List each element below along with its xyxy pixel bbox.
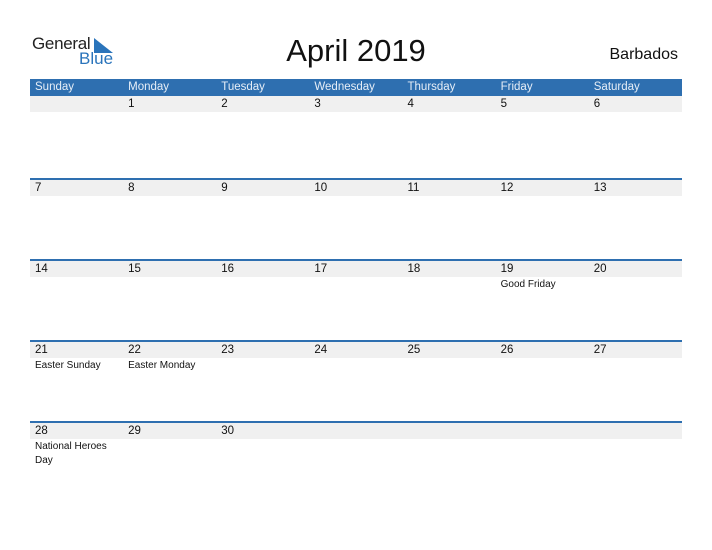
day-number: 14 — [35, 263, 48, 275]
day-number: 26 — [500, 344, 514, 356]
day-number — [589, 423, 682, 439]
week-row: 21 22 23 24 25 26 27 Easter Sunday Easter Monday — [30, 340, 682, 421]
day-number: 10 — [314, 182, 328, 194]
holiday-label — [123, 112, 216, 113]
holiday-label — [403, 358, 496, 373]
holiday-label — [496, 358, 589, 373]
day-number: 28 — [35, 425, 48, 437]
holiday-label — [496, 112, 589, 113]
holiday-label — [589, 277, 682, 292]
holiday-label — [496, 196, 589, 197]
event-row — [30, 196, 682, 197]
week-row: 14 15 16 17 18 19 20 Good Friday — [30, 259, 682, 340]
weekday-wednesday: Wednesday — [314, 81, 375, 93]
holiday-label — [589, 112, 682, 113]
date-row: 1 2 3 4 5 6 — [30, 96, 682, 112]
weekday-sunday: Sunday — [35, 81, 75, 93]
day-number: 19 — [500, 263, 514, 275]
day-number: 23 — [221, 344, 235, 356]
day-number: 22 — [128, 344, 141, 356]
holiday-label — [403, 112, 496, 113]
holiday-label — [589, 439, 682, 468]
day-number — [309, 423, 402, 439]
day-number: 30 — [221, 425, 235, 437]
day-number: 4 — [407, 98, 414, 110]
holiday-label — [309, 196, 402, 197]
holiday-label — [216, 439, 309, 468]
day-number: 2 — [221, 98, 228, 110]
weekday-header: Sunday Monday Tuesday Wednesday Thursday… — [30, 79, 682, 96]
day-number: 15 — [128, 263, 141, 275]
holiday-label — [403, 196, 496, 197]
weekday-friday: Friday — [500, 81, 533, 93]
holiday-label — [30, 196, 123, 197]
date-row: 7 8 9 10 11 12 13 — [30, 180, 682, 196]
event-row: Easter Sunday Easter Monday — [30, 358, 682, 373]
day-number: 21 — [35, 344, 48, 356]
event-row: National Heroes Day — [30, 439, 682, 468]
holiday-label — [30, 277, 123, 292]
day-number — [30, 96, 123, 112]
holiday-label — [123, 196, 216, 197]
day-number: 24 — [314, 344, 328, 356]
holiday-label — [216, 277, 309, 292]
holiday-label — [309, 112, 402, 113]
holiday-label — [496, 439, 589, 468]
day-number: 29 — [128, 425, 141, 437]
date-row: 21 22 23 24 25 26 27 — [30, 342, 682, 358]
day-number: 27 — [593, 344, 607, 356]
weekday-saturday: Saturday — [593, 81, 640, 93]
day-number: 20 — [593, 263, 607, 275]
day-number: 8 — [128, 182, 135, 194]
day-number: 7 — [35, 182, 42, 194]
date-row: 14 15 16 17 18 19 20 — [30, 261, 682, 277]
page-title: April 2019 — [286, 33, 426, 68]
holiday-label: Good Friday — [500, 279, 556, 290]
weekday-monday: Monday — [128, 81, 170, 93]
date-row: 28 29 30 — [30, 423, 682, 439]
calendar-grid: Sunday Monday Tuesday Wednesday Thursday… — [30, 79, 682, 502]
holiday-label: Easter Sunday — [35, 360, 101, 371]
day-number: 12 — [500, 182, 514, 194]
holiday-label: National Heroes Day — [35, 441, 107, 466]
holiday-label — [403, 277, 496, 292]
holiday-label — [216, 112, 309, 113]
week-row: 1 2 3 4 5 6 — [30, 96, 682, 178]
country-label: Barbados — [609, 46, 679, 63]
day-number: 16 — [221, 263, 235, 275]
holiday-label — [30, 112, 123, 113]
holiday-label — [589, 358, 682, 373]
holiday-label — [309, 277, 402, 292]
holiday-label — [309, 439, 402, 468]
week-row: 7 8 9 10 11 12 13 — [30, 178, 682, 259]
day-number: 1 — [128, 98, 135, 110]
day-number: 25 — [407, 344, 421, 356]
weekday-thursday: Thursday — [407, 81, 456, 93]
day-number: 13 — [593, 182, 607, 194]
event-row: Good Friday — [30, 277, 682, 292]
holiday-label — [123, 439, 216, 468]
holiday-label — [216, 196, 309, 197]
day-number — [496, 423, 589, 439]
holiday-label — [216, 358, 309, 373]
holiday-label — [403, 439, 496, 468]
day-number: 17 — [314, 263, 328, 275]
day-number — [403, 423, 496, 439]
weekday-tuesday: Tuesday — [221, 81, 265, 93]
holiday-label — [123, 277, 216, 292]
day-number: 6 — [593, 98, 601, 110]
week-row: 28 29 30 National Heroes Day — [30, 421, 682, 502]
event-row — [30, 112, 682, 113]
holiday-label — [309, 358, 402, 373]
day-number: 18 — [407, 263, 421, 275]
day-number: 11 — [407, 182, 420, 194]
day-number: 9 — [221, 182, 228, 194]
day-number: 5 — [500, 98, 508, 110]
holiday-label — [589, 196, 682, 197]
day-number: 3 — [314, 98, 321, 110]
holiday-label: Easter Monday — [128, 360, 196, 371]
